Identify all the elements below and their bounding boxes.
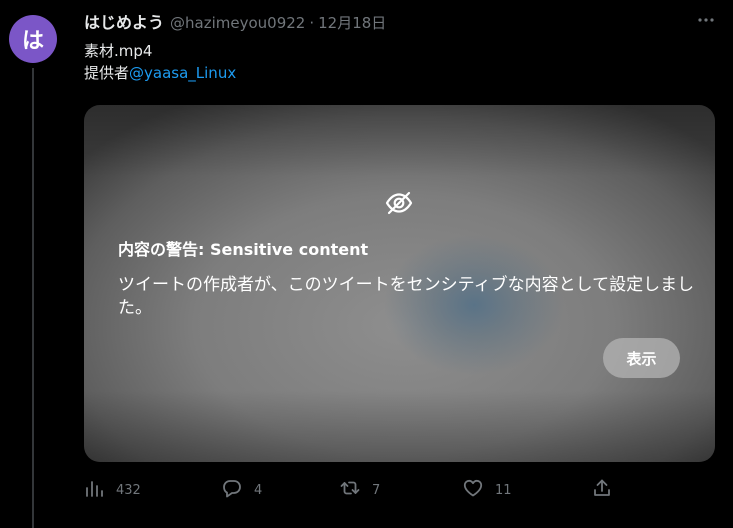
like-action[interactable]: 11 <box>463 478 512 502</box>
share-action[interactable] <box>592 478 612 502</box>
retweet-action[interactable]: 7 <box>340 478 380 502</box>
tweet-line-1: 素材.mp4 <box>84 42 153 60</box>
warning-body: ツイートの作成者が、このツイートをセンシティブな内容として設定しました。 <box>118 275 695 318</box>
share-icon <box>592 478 612 502</box>
show-button[interactable]: 表示 <box>603 338 680 378</box>
user-handle[interactable]: @hazimeyou0922 <box>170 14 305 32</box>
views-action[interactable]: 432 <box>84 478 141 502</box>
reply-count: 4 <box>254 482 263 498</box>
views-chart-icon <box>84 478 104 502</box>
like-count: 11 <box>495 482 512 498</box>
provider-label: 提供者 <box>84 64 130 82</box>
warning-title: 内容の警告: Sensitive content <box>118 240 369 259</box>
tweet-date[interactable]: 12月18日 <box>318 12 386 33</box>
tweet-text: 素材.mp4 提供者@yaasa_Linux <box>84 40 236 84</box>
reply-bubble-icon <box>222 478 242 502</box>
heart-icon <box>463 478 483 502</box>
display-name[interactable]: はじめよう <box>84 9 164 33</box>
reply-action[interactable]: 4 <box>222 478 262 502</box>
action-bar: 432 4 7 11 <box>84 478 624 502</box>
avatar[interactable]: は <box>9 15 57 63</box>
thread-line <box>32 68 34 528</box>
tweet-header: はじめよう @hazimeyou0922 · 12月18日 <box>84 9 713 33</box>
retweet-icon <box>340 478 360 502</box>
eye-off-icon <box>384 188 414 218</box>
tweet-line-2: 提供者@yaasa_Linux <box>84 62 236 84</box>
more-options-icon[interactable] <box>695 10 717 30</box>
retweet-count: 7 <box>372 482 381 498</box>
avatar-initial: は <box>21 29 44 54</box>
views-count: 432 <box>116 482 141 498</box>
mention-link[interactable]: @yaasa_Linux <box>129 64 236 82</box>
header-separator: · <box>309 14 315 32</box>
sensitive-media[interactable]: 内容の警告: Sensitive content ツイートの作成者が、このツイー… <box>84 105 715 462</box>
